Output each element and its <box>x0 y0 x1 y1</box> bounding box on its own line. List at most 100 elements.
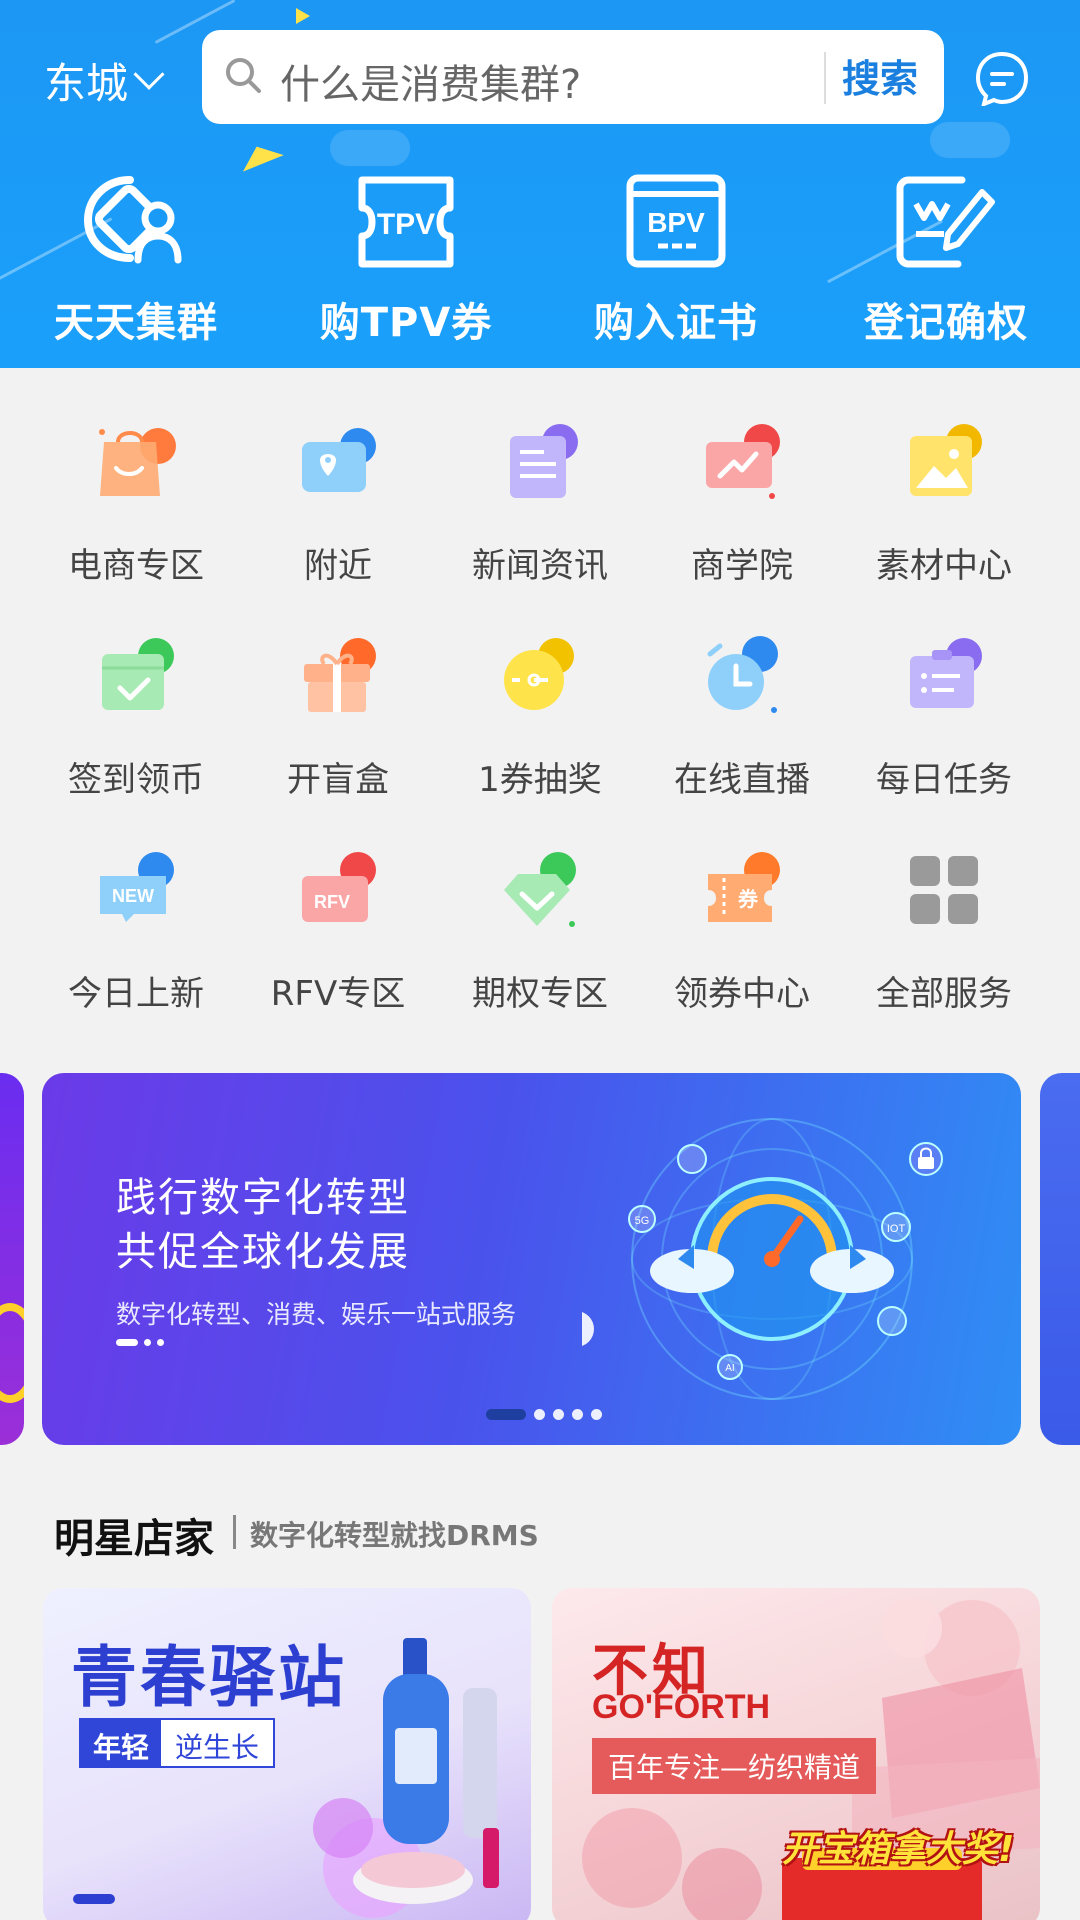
service-option[interactable]: 期权专区 <box>440 840 640 1015</box>
diamond-icon <box>504 852 576 927</box>
promo-banner[interactable]: 践行数字化转型 共促全球化发展 数字化转型、消费、娱乐一站式服务 5G IOT … <box>42 1073 1021 1445</box>
search-button[interactable]: 搜索 <box>842 48 918 103</box>
search-bar[interactable]: 什么是消费集群? 搜索 <box>202 30 944 124</box>
quick-action-label: 天天集群 <box>54 300 218 346</box>
live-clock-icon <box>707 636 778 713</box>
decor-triangle <box>236 138 284 172</box>
quick-action-bpv[interactable]: BPV 购入证书 <box>576 172 776 348</box>
shop-card-youth-station[interactable]: 青春驿站 年轻 逆生长 <box>43 1588 531 1920</box>
header-bar: 东城 什么是消费集群? 搜索 天天集群 TPV 购TPV券 BPV 购入证书 登… <box>0 0 1080 368</box>
banner-line3: 数字化转型、消费、娱乐一站式服务 <box>116 1300 517 1329</box>
search-icon <box>226 58 261 93</box>
daily-task-icon <box>910 638 982 708</box>
shop-card-indicator <box>73 1894 115 1904</box>
decor-cloud <box>330 130 410 166</box>
image-material-icon <box>910 424 982 496</box>
banner-prev-peek[interactable] <box>0 1073 24 1445</box>
service-daily-task[interactable]: 每日任务 <box>844 626 1044 801</box>
service-label: 今日上新 <box>68 974 204 1014</box>
checkin-calendar-icon <box>102 638 174 710</box>
digital-globe-illustration: 5G IOT AI <box>582 1118 943 1400</box>
quick-action-label: 登记确权 <box>864 300 1028 346</box>
banner-next-peek[interactable] <box>1040 1073 1080 1445</box>
banner-line1: 践行数字化转型 <box>116 1175 410 1221</box>
quick-action-cluster[interactable]: 天天集群 <box>36 172 236 348</box>
service-label: RFV专区 <box>270 974 406 1014</box>
service-ecommerce[interactable]: 电商专区 <box>36 412 236 587</box>
gift-box-icon <box>304 638 376 712</box>
section-subtitle: 数字化转型就找DRMS <box>250 1519 539 1552</box>
quick-action-tpv[interactable]: TPV 购TPV券 <box>306 172 506 348</box>
service-all[interactable]: 全部服务 <box>844 840 1044 1015</box>
register-edit-icon <box>896 176 995 268</box>
service-lottery[interactable]: 1券抽奖 <box>440 626 640 801</box>
new-badge-icon: NEW <box>100 852 174 922</box>
quick-action-label: 购入证书 <box>594 300 758 346</box>
shop-card-tag-a: 年轻 <box>81 1720 162 1766</box>
message-icon[interactable] <box>974 50 1030 106</box>
search-divider <box>824 52 826 104</box>
news-icon <box>510 424 578 498</box>
location-label: 东城 <box>44 58 129 108</box>
service-blindbox[interactable]: 开盲盒 <box>238 626 438 801</box>
bpv-certificate-icon: BPV <box>626 174 726 268</box>
service-nearby[interactable]: 附近 <box>238 412 438 587</box>
service-checkin[interactable]: 签到领币 <box>36 626 236 801</box>
shop-card-headline: 青春驿站 <box>71 1639 347 1716</box>
service-label: 1券抽奖 <box>478 760 602 800</box>
academy-chart-icon <box>706 424 780 499</box>
shop-card-brand-en: GO'FORTH <box>592 1688 771 1726</box>
location-selector[interactable]: 东城 <box>44 48 165 112</box>
tpv-ticket-icon: TPV <box>358 176 454 268</box>
shop-card-tag: 年轻 逆生长 <box>79 1718 276 1768</box>
chevron-down-icon <box>133 58 165 90</box>
globe-label-5g: 5G <box>635 1215 650 1227</box>
all-services-grid-icon <box>910 856 978 924</box>
service-label: 领券中心 <box>674 974 810 1014</box>
service-rfv[interactable]: RFV RFV专区 <box>238 840 438 1015</box>
globe-label-iot: IOT <box>887 1223 906 1235</box>
shop-card-tag-b: 逆生长 <box>175 1731 260 1764</box>
service-live[interactable]: 在线直播 <box>642 626 842 801</box>
shop-card-goforth[interactable]: 不知 GO'FORTH 百年专注—纺织精道 开宝箱拿大奖! <box>552 1588 1040 1920</box>
rfv-ticket-icon: RFV <box>302 852 376 922</box>
service-label: 开盲盒 <box>287 760 389 800</box>
service-label: 电商专区 <box>68 546 204 586</box>
shop-card-slogan: 百年专注—纺织精道 <box>592 1738 877 1794</box>
service-label: 在线直播 <box>674 760 810 800</box>
decor-triangle <box>296 8 310 24</box>
banner-mini-dots <box>116 1339 164 1346</box>
coupon-icon: 券 <box>708 852 780 922</box>
service-label: 商学院 <box>691 546 793 586</box>
svg-text:BPV: BPV <box>647 207 705 238</box>
service-label: 全部服务 <box>876 974 1012 1014</box>
quick-action-label: 购TPV券 <box>319 300 493 346</box>
decor-cloud <box>930 122 1010 158</box>
section-title: 明星店家 <box>54 1516 214 1562</box>
service-coupon[interactable]: 券 领券中心 <box>642 840 842 1015</box>
service-new-today[interactable]: NEW 今日上新 <box>36 840 236 1015</box>
service-news[interactable]: 新闻资讯 <box>440 412 640 587</box>
cosmetics-illustration <box>313 1638 499 1918</box>
service-label: 期权专区 <box>472 974 608 1014</box>
map-location-icon <box>302 428 376 492</box>
banner-line2: 共促全球化发展 <box>116 1229 410 1275</box>
service-label: 新闻资讯 <box>472 546 608 586</box>
shop-card-prize: 开宝箱拿大奖! <box>782 1829 1015 1870</box>
service-academy[interactable]: 商学院 <box>642 412 842 587</box>
service-label: 素材中心 <box>876 546 1012 586</box>
section-divider <box>233 1515 236 1549</box>
service-material[interactable]: 素材中心 <box>844 412 1044 587</box>
service-label: 签到领币 <box>68 760 204 800</box>
search-input[interactable]: 什么是消费集群? <box>280 52 581 110</box>
svg-text:券: 券 <box>737 887 759 911</box>
service-label: 每日任务 <box>876 760 1012 800</box>
svg-text:RFV: RFV <box>314 892 350 912</box>
cluster-user-icon <box>83 176 182 264</box>
svg-text:NEW: NEW <box>112 886 154 906</box>
banner-pagination <box>486 1409 602 1420</box>
svg-text:TPV: TPV <box>377 208 435 241</box>
service-label: 附近 <box>304 546 372 586</box>
globe-label-ai: AI <box>725 1363 734 1374</box>
quick-action-register[interactable]: 登记确权 <box>846 172 1046 348</box>
